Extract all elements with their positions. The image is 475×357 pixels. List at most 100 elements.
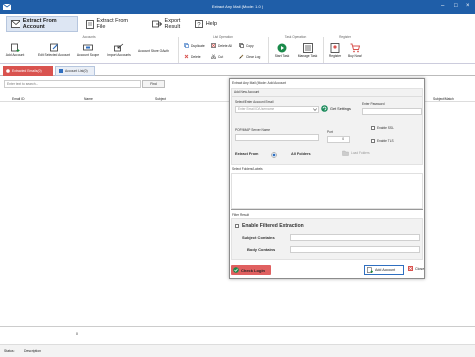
select-email-label: Select/Enter Account Email (235, 100, 274, 104)
edit-icon (49, 43, 58, 52)
add-account-dialog: Extract Any Mail (Mode: Add Account Add … (229, 78, 425, 279)
subject-contains-field[interactable] (290, 234, 420, 241)
column-header[interactable]: Name (84, 97, 93, 101)
clear-log-button[interactable]: Clear Log (239, 54, 260, 59)
copy-button[interactable]: Copy (239, 43, 254, 48)
extracted-emails-icon (6, 69, 10, 73)
dialog-add-account-button[interactable]: Add Account (364, 265, 404, 275)
filter-section: Enable Filtered Extraction Subject Conta… (231, 218, 423, 260)
account-scope-button[interactable]: Account Scope (75, 43, 101, 57)
clear-log-icon (239, 54, 244, 59)
tab-label: Extract From File (96, 18, 129, 30)
edit-account-button[interactable]: Edit Selected Account (35, 43, 73, 57)
status-description: Description (24, 349, 41, 353)
manage-task-button[interactable]: Manage Task (294, 43, 321, 58)
main-tab-bar: Extract From Account Extract From File E… (0, 14, 475, 34)
minimize-icon[interactable]: – (441, 3, 444, 9)
buy-now-button[interactable]: Buy Now! (345, 43, 365, 58)
tab-label: Extract From Account (22, 18, 57, 30)
email-field[interactable]: Enter Email ID/Username (235, 106, 319, 113)
checkbox-box[interactable] (235, 224, 239, 228)
check-icon (233, 267, 239, 273)
mail-icon (11, 20, 20, 28)
get-settings-button[interactable]: Get Settings (321, 105, 351, 112)
find-button[interactable]: Find (142, 80, 165, 88)
group-label: List Operation (213, 35, 233, 39)
delete-all-icon (211, 43, 216, 48)
divider (232, 96, 422, 97)
password-label: Enter Password (362, 102, 385, 106)
add-account-button[interactable]: Add Account (5, 43, 25, 57)
delete-button[interactable]: Delete (184, 54, 201, 59)
manage-task-icon (302, 43, 313, 53)
refresh-settings-icon (321, 105, 328, 112)
maximize-icon[interactable]: □ (454, 3, 458, 9)
server-field[interactable] (235, 134, 319, 141)
add-account-icon (10, 43, 19, 52)
column-header[interactable]: Subject (155, 97, 166, 101)
subject-contains-label: Subject Contains (242, 235, 275, 240)
add-account-icon (367, 267, 373, 273)
column-header[interactable]: Email ID (12, 97, 24, 101)
duplicate-icon (184, 43, 189, 48)
password-field[interactable] (362, 108, 422, 115)
tab-extracted-emails[interactable]: Extracted Emails(0) (3, 66, 53, 76)
account-store-oauth-button[interactable]: Account Store OAuth (138, 49, 169, 53)
body-contains-field[interactable] (290, 246, 420, 253)
column-header[interactable]: Subject/Match (433, 97, 454, 101)
port-stepper[interactable]: 0 (327, 136, 350, 143)
enable-ssl-checkbox[interactable]: Enable SSL (371, 126, 394, 130)
close-window-icon[interactable]: × (466, 3, 470, 9)
checkbox-box[interactable] (371, 126, 375, 130)
close-icon (408, 266, 413, 271)
status-label: Status: (4, 349, 15, 353)
accounts-group: Accounts Add Account Edit Selected Accou… (0, 34, 178, 64)
port-label: Port (327, 130, 333, 134)
cut-button[interactable]: Cut (211, 54, 223, 59)
tab-help[interactable]: ? Help (191, 16, 221, 32)
all-folders-radio[interactable] (271, 152, 277, 158)
dialog-close-button[interactable]: Close (408, 266, 424, 271)
start-task-button[interactable]: Start Task (272, 43, 292, 58)
delete-icon (184, 54, 189, 59)
folders-list[interactable] (231, 173, 423, 209)
group-label: Register (339, 35, 351, 39)
checkbox-box[interactable] (371, 139, 375, 143)
enable-tls-checkbox[interactable]: Enable TLS (371, 139, 394, 143)
section-title: Add New Account (234, 90, 260, 94)
load-folders-button[interactable]: Load Folders (342, 150, 370, 156)
extract-from-label: Extract From (235, 152, 259, 156)
chevron-down-icon[interactable] (313, 108, 317, 111)
export-icon (152, 20, 162, 28)
register-group: Register Register Buy Now! (324, 34, 366, 64)
ribbon-toolbar: Accounts Add Account Edit Selected Accou… (0, 34, 475, 64)
copy-icon (239, 43, 244, 48)
result-tab-bar: Extracted Emails(0) Account List(0) (0, 64, 475, 76)
body-contains-label: Body Contains (247, 247, 276, 252)
delete-all-button[interactable]: Delete All (211, 43, 232, 48)
group-label: Task Operation (284, 35, 307, 39)
tab-extract-from-file[interactable]: Extract From File (82, 16, 140, 32)
task-operation-group: Task Operation Start Task Manage Task (269, 34, 322, 64)
duplicate-button[interactable]: Duplicate (184, 43, 205, 48)
divider (231, 209, 423, 210)
list-operation-group: List Operation Duplicate Delete All Copy… (179, 34, 267, 64)
search-input[interactable] (4, 80, 141, 88)
tab-account-list[interactable]: Account List(0) (55, 66, 95, 76)
select-folders-label: Select Folders/Labels (232, 167, 263, 171)
import-icon (114, 43, 124, 52)
all-folders-label: All Folders (291, 152, 311, 156)
check-login-button[interactable]: Check Login (231, 265, 271, 275)
tab-extract-from-account[interactable]: Extract From Account (6, 16, 78, 32)
play-icon (277, 43, 287, 53)
server-label: POP/IMAP Server Name (235, 128, 271, 132)
status-bar: Status: Description (0, 344, 475, 357)
title-bar: Extract Any Mail (Mode: 1.0 ) – □ × (0, 0, 475, 14)
scope-icon (83, 44, 93, 51)
file-icon (86, 19, 94, 29)
register-button[interactable]: Register (326, 43, 344, 58)
cart-icon (350, 43, 360, 53)
enable-filtered-checkbox[interactable]: Enable Filtered Extraction (235, 223, 304, 229)
import-accounts-button[interactable]: Import Accounts (104, 43, 134, 57)
dialog-title: Extract Any Mail (Mode: Add Account (232, 81, 287, 85)
